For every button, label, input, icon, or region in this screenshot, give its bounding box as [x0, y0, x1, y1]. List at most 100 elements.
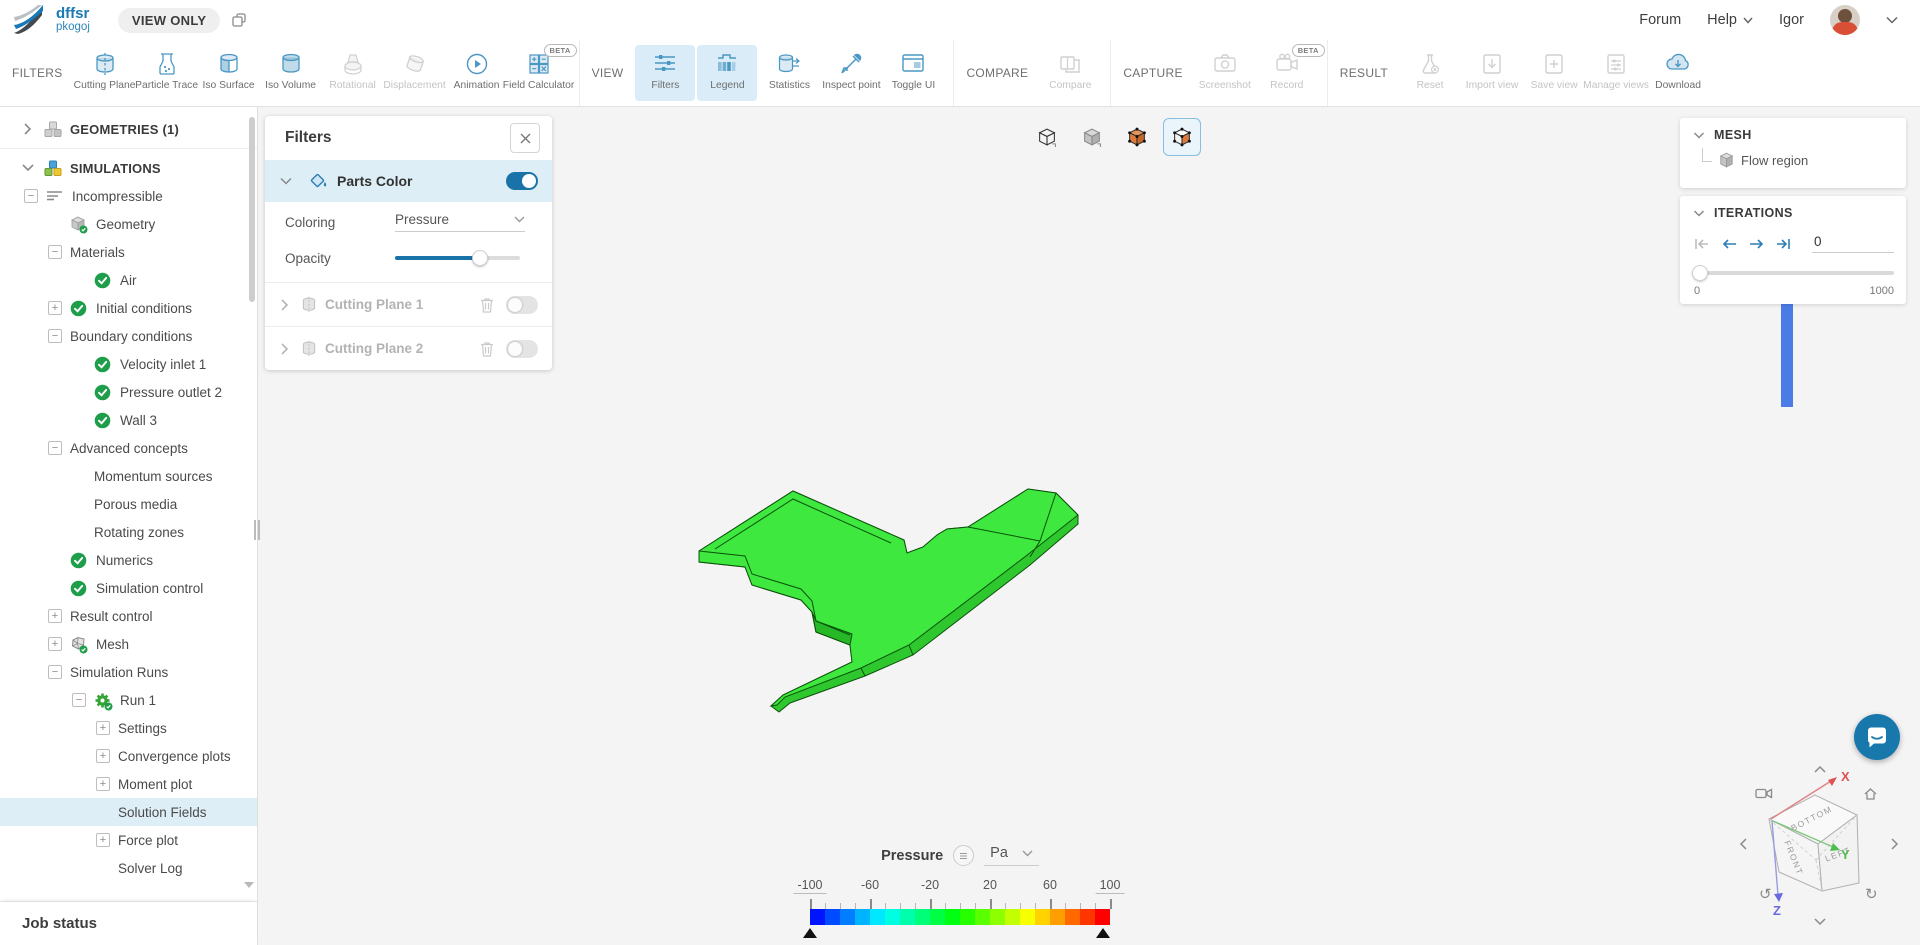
cutting-plane-row-2[interactable]: Cutting Plane 2	[265, 326, 552, 370]
chevron-down-icon[interactable]	[22, 162, 36, 174]
chevron-down-icon[interactable]	[1692, 131, 1706, 139]
legend-max-marker[interactable]	[1096, 928, 1110, 938]
toolbar-button-field-calculator[interactable]: BETA Field Calculator	[503, 44, 577, 101]
chevron-right-icon[interactable]	[279, 342, 293, 355]
close-icon[interactable]	[510, 123, 540, 153]
rotate-up-icon[interactable]	[1813, 765, 1827, 774]
help-menu[interactable]: Help	[1707, 12, 1753, 28]
legend-tick-label[interactable]: -100	[793, 878, 827, 894]
collapse-icon[interactable]: −	[48, 441, 62, 455]
tree-item-geometry[interactable]: Geometry	[0, 210, 257, 238]
rotate-right-icon[interactable]	[1890, 837, 1899, 851]
expand-icon[interactable]: +	[96, 721, 110, 735]
iteration-slider-knob[interactable]	[1692, 265, 1708, 281]
rotate-left-icon[interactable]	[1739, 837, 1748, 851]
cutting-plane-toggle[interactable]	[506, 295, 538, 314]
toolbar-button-toggle-ui[interactable]: Toggle UI	[883, 45, 943, 101]
cutting-plane-toggle[interactable]	[506, 339, 538, 358]
chevron-down-icon[interactable]	[279, 177, 293, 185]
tree-item-materials[interactable]: − Materials	[0, 238, 257, 266]
view-mode-wireframe-cube[interactable]	[1028, 118, 1066, 156]
toolbar-button-inspect-point[interactable]: Inspect point	[821, 45, 881, 101]
tree-item-force-plot[interactable]: + Force plot	[0, 826, 257, 854]
tree-scroll-down-icon[interactable]	[244, 882, 254, 888]
toolbar-button-download[interactable]: Download	[1648, 45, 1708, 101]
tree-item-boundary-conditions[interactable]: − Boundary conditions	[0, 322, 257, 350]
panel-resize-handle[interactable]	[254, 520, 260, 540]
tree-item-simulation-runs[interactable]: − Simulation Runs	[0, 658, 257, 686]
toolbar-button-iso-surface[interactable]: Iso Surface	[199, 45, 259, 101]
step-forward-icon[interactable]	[1749, 238, 1764, 250]
collapse-icon[interactable]: −	[24, 189, 38, 203]
coloring-select[interactable]: Pressure	[395, 212, 525, 232]
tree-item-wall-3[interactable]: Wall 3	[0, 406, 257, 434]
tree-item-air[interactable]: Air	[0, 266, 257, 294]
opacity-slider-knob[interactable]	[472, 250, 488, 266]
flow-region-item[interactable]: Flow region	[1680, 146, 1906, 168]
step-back-icon[interactable]	[1722, 238, 1737, 250]
expand-icon[interactable]: +	[48, 637, 62, 651]
tree-item-simulations[interactable]: SIMULATIONS	[0, 154, 257, 182]
toolbar-button-statistics[interactable]: Statistics	[759, 45, 819, 101]
tree-item-solution-fields[interactable]: Solution Fields	[0, 798, 257, 826]
legend-options-icon[interactable]	[953, 845, 975, 866]
avatar[interactable]	[1830, 5, 1860, 35]
home-view-icon[interactable]	[1863, 787, 1878, 801]
tree-item-initial-conditions[interactable]: + Initial conditions	[0, 294, 257, 322]
toolbar-button-iso-volume[interactable]: Iso Volume	[261, 45, 321, 101]
tree-item-advanced-concepts[interactable]: − Advanced concepts	[0, 434, 257, 462]
expand-icon[interactable]: +	[48, 301, 62, 315]
opacity-slider[interactable]	[395, 250, 520, 266]
expand-icon[interactable]: +	[96, 777, 110, 791]
parts-color-toggle[interactable]	[506, 172, 538, 190]
tree-item-incompressible[interactable]: − Incompressible	[0, 182, 257, 210]
job-status-panel[interactable]: Job status	[0, 901, 257, 945]
forum-link[interactable]: Forum	[1639, 12, 1681, 28]
view-mode-surfaces-edges-cube[interactable]	[1163, 118, 1201, 156]
rotate-ccw-icon[interactable]: ↺	[1759, 885, 1772, 903]
collapse-icon[interactable]: −	[48, 329, 62, 343]
trash-icon[interactable]	[480, 297, 494, 313]
iteration-slider[interactable]	[1692, 265, 1894, 281]
tree-item-mesh[interactable]: + Mesh	[0, 630, 257, 658]
view-mode-surfaces-cube[interactable]	[1118, 118, 1156, 156]
navigation-cube[interactable]: BOTTOM FRONT LEFT X Y Z ↺ ↻	[1725, 757, 1915, 937]
chevron-right-icon[interactable]	[22, 123, 36, 135]
legend-unit-select[interactable]: Pa	[984, 845, 1039, 866]
tree-item-result-control[interactable]: + Result control	[0, 602, 257, 630]
expand-icon[interactable]: +	[96, 749, 110, 763]
chevron-down-icon[interactable]	[1692, 209, 1706, 217]
collapse-icon[interactable]: −	[72, 693, 86, 707]
toolbar-button-cutting-plane[interactable]: Cutting Plane	[74, 45, 135, 101]
chat-button[interactable]	[1854, 714, 1900, 760]
tree-item-run-1[interactable]: − Run 1	[0, 686, 257, 714]
toolbar-button-legend[interactable]: Legend	[697, 45, 758, 101]
collapse-icon[interactable]: −	[48, 665, 62, 679]
tree-item-porous-media[interactable]: Porous media	[0, 490, 257, 518]
toolbar-button-animation[interactable]: Animation	[447, 45, 507, 101]
expand-icon[interactable]: +	[48, 609, 62, 623]
model-3d[interactable]	[695, 485, 1085, 720]
toolbar-button-particle-trace[interactable]: Particle Trace	[135, 45, 198, 101]
tree-item-settings[interactable]: + Settings	[0, 714, 257, 742]
user-menu-chevron-icon[interactable]	[1886, 16, 1898, 24]
expand-icon[interactable]: +	[96, 833, 110, 847]
tree-item-velocity-inlet-1[interactable]: Velocity inlet 1	[0, 350, 257, 378]
rotate-down-icon[interactable]	[1813, 917, 1827, 926]
tree-item-solver-log[interactable]: Solver Log	[0, 854, 257, 882]
tree-item-momentum-sources[interactable]: Momentum sources	[0, 462, 257, 490]
step-last-icon[interactable]	[1776, 238, 1792, 250]
tree-item-moment-plot[interactable]: + Moment plot	[0, 770, 257, 798]
parts-color-row[interactable]: Parts Color	[265, 160, 552, 202]
collapse-icon[interactable]: −	[48, 245, 62, 259]
chevron-right-icon[interactable]	[279, 298, 293, 311]
view-mode-solid-cube[interactable]	[1073, 118, 1111, 156]
trash-icon[interactable]	[480, 341, 494, 357]
rotate-cw-icon[interactable]: ↻	[1865, 885, 1878, 903]
tree-item-pressure-outlet-2[interactable]: Pressure outlet 2	[0, 378, 257, 406]
tree-item-simulation-control[interactable]: Simulation control	[0, 574, 257, 602]
iteration-value-field[interactable]: 0	[1812, 234, 1894, 253]
copy-icon[interactable]	[232, 13, 247, 27]
tree-scrollbar[interactable]	[249, 117, 255, 302]
tree-item-rotating-zones[interactable]: Rotating zones	[0, 518, 257, 546]
